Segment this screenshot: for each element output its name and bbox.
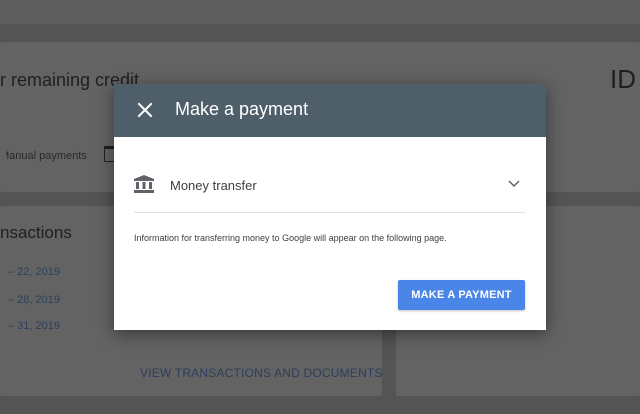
payment-method-label: Money transfer	[170, 178, 257, 193]
transaction-date: – 28, 2019	[8, 294, 60, 306]
close-button[interactable]	[134, 99, 156, 121]
close-icon	[137, 102, 153, 118]
id-fragment: ID	[610, 64, 636, 94]
view-transactions-link: VIEW TRANSACTIONS AND DOCUMENTS	[140, 366, 383, 380]
transaction-date: – 31, 2019	[8, 320, 60, 332]
manual-payments-label: Manual payments	[0, 150, 87, 162]
dialog-body: Money transfer Information for transferr…	[114, 137, 546, 330]
make-payment-button[interactable]: MAKE A PAYMENT	[398, 280, 525, 310]
payment-method-select[interactable]: Money transfer	[134, 137, 525, 213]
bank-icon	[134, 175, 154, 193]
transactions-heading: nsactions	[0, 223, 72, 242]
top-bar	[0, 0, 640, 24]
dialog-header: Make a payment	[114, 84, 546, 137]
dialog-title: Make a payment	[175, 99, 309, 119]
payment-dialog: Make a payment Money transfer Informatio…	[114, 84, 546, 330]
transfer-info-text: Information for transferring money to Go…	[134, 233, 447, 243]
chevron-down-icon	[508, 180, 520, 188]
transaction-date: – 22, 2019	[8, 266, 60, 278]
